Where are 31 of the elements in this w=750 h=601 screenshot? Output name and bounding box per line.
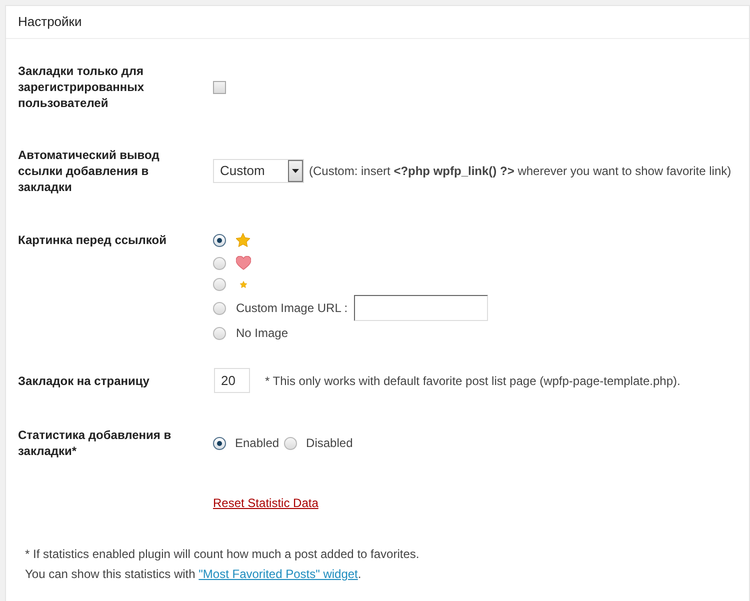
select-dropdown[interactable]: Custom	[213, 159, 304, 183]
star-icon	[236, 233, 250, 247]
option-label: Custom Image URL :	[236, 300, 348, 317]
radio-button[interactable]	[284, 436, 298, 450]
option-label: Enabled	[235, 435, 280, 452]
option-label: No Image	[236, 325, 288, 342]
setting-label: Автоматический вывод ссылки добавления в закладки	[18, 147, 160, 195]
heart-icon	[236, 256, 251, 270]
radio-button[interactable]	[213, 436, 226, 450]
setting-label: Закладок на страницу	[18, 372, 150, 388]
caret-icon	[292, 169, 299, 173]
reset-link[interactable]: Reset Statistic Data	[213, 494, 318, 512]
footnote-text: * If statistics enabled plugin will count how much a post added to favorites.	[25, 546, 420, 563]
star-icon	[240, 280, 246, 288]
radio-button[interactable]	[213, 256, 226, 270]
radio-button[interactable]	[213, 278, 226, 290]
panel-title: Настройки	[18, 14, 82, 29]
footnote-text: You can show this statistics with "Most Favorited Posts" widget.	[25, 566, 362, 583]
widget-link[interactable]: "Most Favorited Posts" widget	[198, 567, 358, 581]
checkbox[interactable]	[213, 80, 226, 94]
setting-label: Статистика добавления в закладки*	[18, 427, 172, 459]
setting-label: Картинка перед ссылкой	[18, 232, 168, 248]
radio-button[interactable]	[213, 302, 226, 314]
image-url-field[interactable]	[354, 295, 488, 321]
option-label: Disabled	[306, 435, 353, 452]
radio-button[interactable]	[213, 234, 226, 246]
help-text: (Custom: insert <?php wpfp_link() ?> wherever you want to show favorite link)	[309, 163, 732, 180]
help-text: * This only works with default favorite post list page (wpfp-page-template.php).	[265, 372, 680, 390]
radio-button[interactable]	[213, 326, 226, 340]
setting-label: Закладки только для зарегистрированных пользователей	[18, 63, 146, 111]
number-field[interactable]: 20	[214, 368, 250, 393]
